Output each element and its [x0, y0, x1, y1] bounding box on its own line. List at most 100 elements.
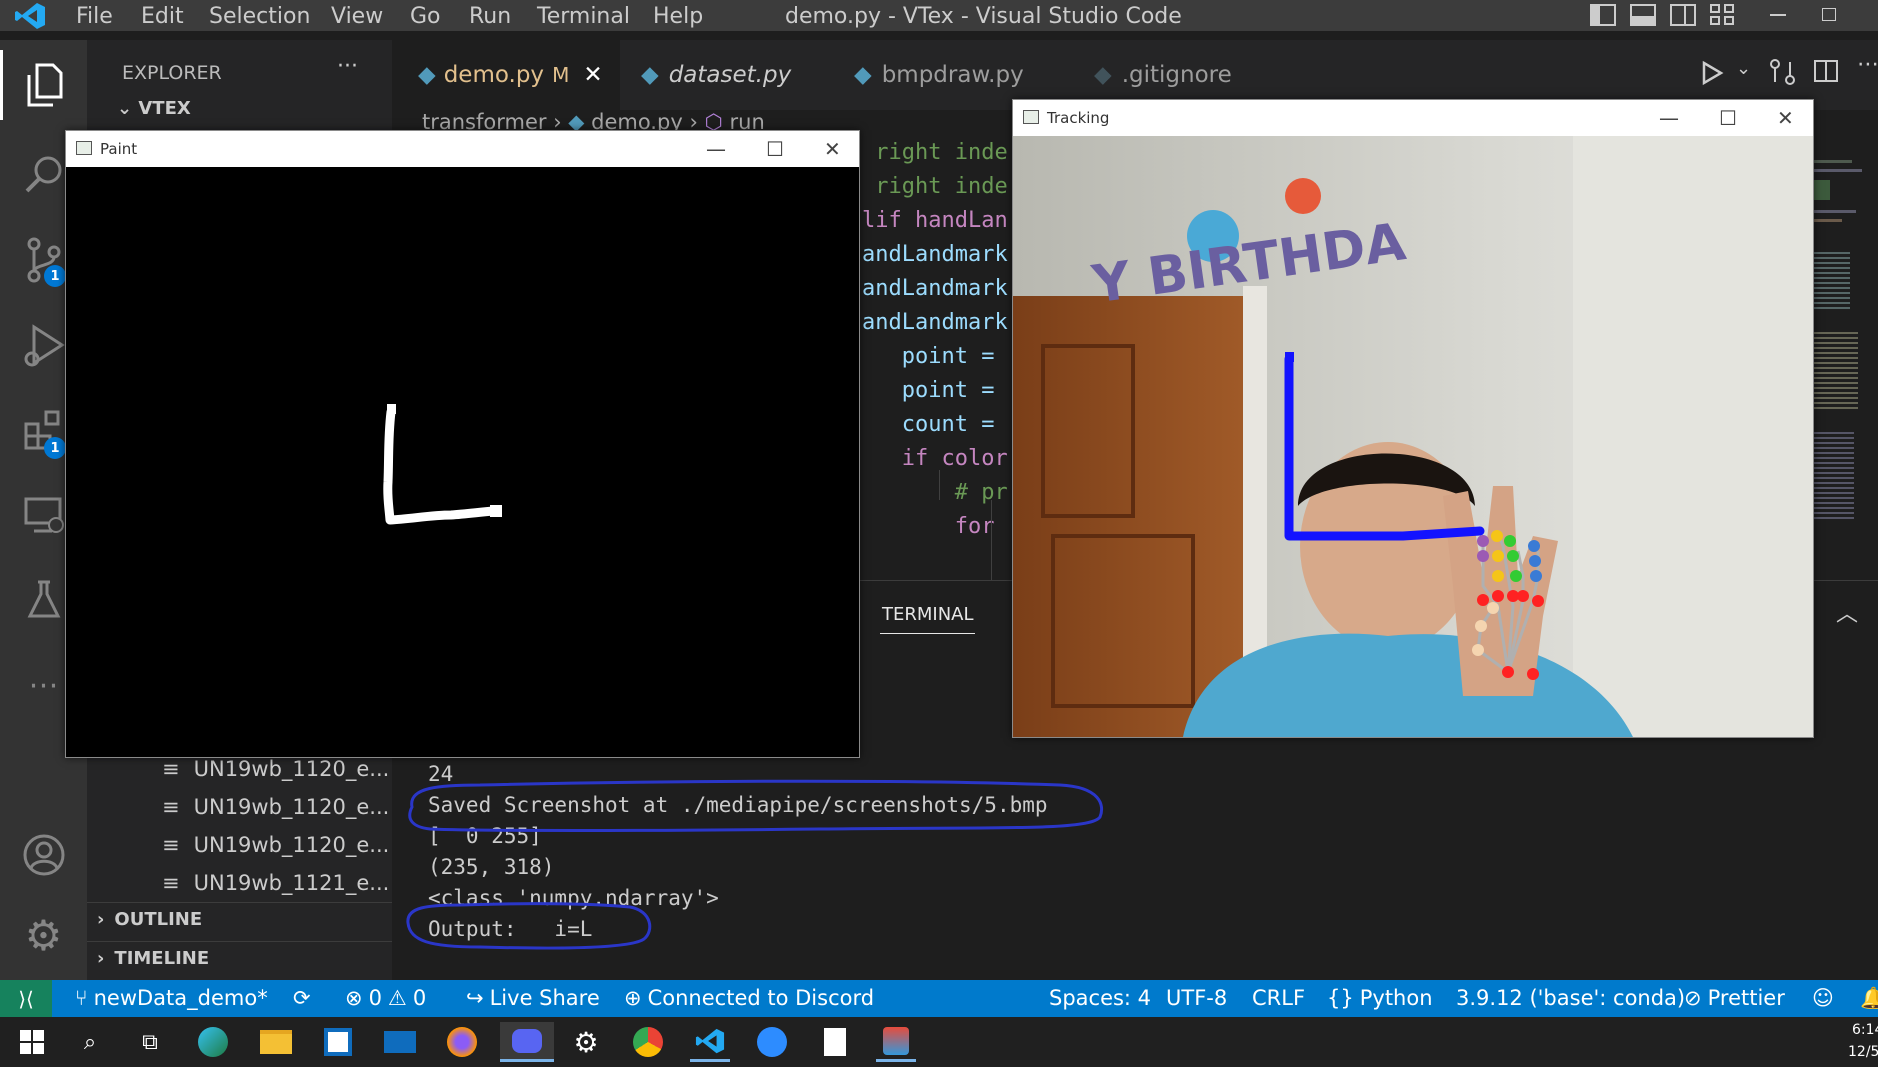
tracking-titlebar[interactable]: Tracking — ☐ ✕: [1013, 100, 1813, 136]
problems-indicator[interactable]: ⊗ 0 ⚠ 0: [345, 986, 426, 1010]
windows-start-icon[interactable]: [12, 1022, 52, 1062]
python-file-icon: ◆: [641, 62, 659, 88]
code-line: andLandmark: [862, 242, 1008, 267]
interpreter-selector[interactable]: 3.9.12 ('base': conda): [1456, 986, 1685, 1010]
menu-selection[interactable]: Selection: [209, 4, 310, 29]
chevron-down-icon: ⌄: [117, 98, 133, 119]
editor-more-icon[interactable]: ⋯: [1857, 52, 1878, 77]
menu-help[interactable]: Help: [653, 4, 703, 29]
menu-terminal[interactable]: Terminal: [537, 4, 630, 29]
menu-edit[interactable]: Edit: [141, 4, 184, 29]
error-icon: ⊗: [345, 986, 363, 1010]
minimize-icon[interactable]: —: [706, 137, 726, 161]
file-name: UN19wb_1120_e...: [193, 795, 390, 819]
text-file-icon: ≡: [162, 871, 180, 895]
menu-go[interactable]: Go: [410, 4, 441, 29]
warning-count: 0: [412, 986, 427, 1010]
run-python-icon[interactable]: [1700, 60, 1724, 86]
notepad-icon[interactable]: [815, 1022, 855, 1062]
git-branch-icon: ⑂: [75, 986, 88, 1010]
tracking-window[interactable]: Tracking — ☐ ✕ Y BIRTHDA: [1012, 99, 1814, 738]
menu-file[interactable]: File: [76, 4, 113, 29]
mail-icon[interactable]: [380, 1022, 420, 1062]
language-selector[interactable]: {} Python: [1327, 986, 1433, 1010]
globe-icon: ⊕: [624, 986, 642, 1010]
feedback-icon[interactable]: ☺: [1812, 986, 1834, 1010]
python-file-icon: ◆: [418, 62, 436, 88]
tab-demo-py[interactable]: ◆ demo.py M ✕: [392, 40, 620, 110]
close-tab-icon[interactable]: ✕: [583, 62, 602, 88]
run-dropdown-icon[interactable]: ⌄: [1736, 58, 1751, 79]
file-name: UN19wb_1120_e...: [193, 757, 390, 781]
indentation-selector[interactable]: Spaces: 4: [1049, 986, 1151, 1010]
taskbar-search-icon[interactable]: ⌕: [70, 1022, 110, 1062]
branch-indicator[interactable]: ⑂ newData_demo*: [75, 986, 268, 1010]
split-editor-icon[interactable]: [1814, 60, 1838, 82]
zoom-icon[interactable]: [752, 1022, 792, 1062]
list-item[interactable]: ≡ UN19wb_1120_e...: [162, 788, 389, 826]
tab-dataset-py[interactable]: ◆ dataset.py: [621, 40, 833, 110]
taskbar-time[interactable]: 6:14: [1852, 1022, 1878, 1038]
outline-section[interactable]: › OUTLINE: [87, 902, 392, 936]
firefox-icon[interactable]: [442, 1022, 482, 1062]
minimize-icon[interactable]: —: [1659, 106, 1679, 130]
file-explorer-icon[interactable]: [256, 1022, 296, 1062]
prettier-status[interactable]: ⊘ Prettier: [1684, 986, 1785, 1010]
timeline-section[interactable]: › TIMELINE: [87, 941, 392, 975]
python-app-icon[interactable]: [876, 1022, 916, 1062]
chrome-icon[interactable]: [628, 1022, 668, 1062]
text-file-icon: ≡: [162, 757, 180, 781]
toggle-secondary-sidebar-icon[interactable]: [1670, 4, 1696, 26]
list-item[interactable]: ≡ UN19wb_1120_e...: [162, 826, 389, 864]
window-app-icon: [76, 141, 92, 155]
maximize-icon[interactable]: ☐: [766, 137, 784, 161]
remote-indicator-icon[interactable]: ⟩⟨: [0, 980, 52, 1017]
live-share-icon: ↪: [466, 986, 484, 1010]
minimap[interactable]: [1812, 140, 1872, 580]
taskbar-date[interactable]: 12/5/: [1848, 1044, 1878, 1060]
toggle-panel-icon[interactable]: [1630, 4, 1656, 26]
edge-browser-icon[interactable]: [193, 1022, 233, 1062]
settings-gear-icon[interactable]: ⚙: [566, 1022, 606, 1062]
live-share-button[interactable]: ↪ Live Share: [466, 986, 600, 1010]
sync-icon[interactable]: ⟳: [293, 986, 311, 1010]
paint-window[interactable]: Paint — ☐ ✕: [65, 130, 860, 758]
vscode-taskbar-icon[interactable]: [690, 1022, 730, 1062]
microsoft-store-icon[interactable]: [318, 1022, 358, 1062]
list-item[interactable]: ≡ UN19wb_1121_e...: [162, 864, 389, 902]
maximize-icon[interactable]: ☐: [1719, 106, 1737, 130]
workspace-root[interactable]: ⌄ VTEX: [117, 98, 191, 119]
windows-taskbar: ⌕ ⧉ ⚙ 6:14 12/5/: [0, 1017, 1878, 1067]
menu-run[interactable]: Run: [469, 4, 511, 29]
discord-status[interactable]: ⊕ Connected to Discord: [624, 986, 874, 1010]
explorer-more-icon[interactable]: ···: [337, 54, 358, 79]
notifications-bell-icon[interactable]: 🔔: [1860, 986, 1878, 1011]
explorer-icon[interactable]: [0, 50, 87, 120]
tab-terminal[interactable]: TERMINAL: [882, 604, 974, 625]
code-line: # pr: [862, 480, 1008, 505]
encoding-selector[interactable]: UTF-8: [1166, 986, 1227, 1010]
maximize-panel-icon[interactable]: ︿: [1836, 596, 1858, 628]
toggle-sidebar-icon[interactable]: [1590, 4, 1616, 26]
customize-layout-icon[interactable]: [1710, 4, 1736, 26]
close-icon[interactable]: ✕: [824, 137, 841, 161]
restore-icon[interactable]: [1822, 8, 1836, 21]
minimize-icon[interactable]: [1770, 14, 1786, 16]
file-name: UN19wb_1121_e...: [193, 871, 390, 895]
compare-changes-icon[interactable]: [1768, 58, 1798, 86]
chevron-right-icon: ›: [97, 909, 105, 930]
accounts-icon[interactable]: [0, 820, 87, 890]
git-file-icon: ◆: [1094, 62, 1112, 88]
code-line: count =: [862, 412, 1008, 437]
menu-view[interactable]: View: [331, 4, 383, 29]
task-view-icon[interactable]: ⧉: [130, 1022, 170, 1062]
manage-gear-icon[interactable]: ⚙: [0, 900, 87, 970]
paint-titlebar[interactable]: Paint — ☐ ✕: [66, 131, 859, 167]
discord-icon[interactable]: [500, 1022, 554, 1062]
code-line: if color: [862, 446, 1008, 471]
live-share-label: Live Share: [489, 986, 600, 1010]
paint-canvas[interactable]: [66, 167, 859, 757]
eol-selector[interactable]: CRLF: [1252, 986, 1305, 1010]
close-icon[interactable]: ✕: [1777, 106, 1794, 130]
active-tab-underline: [880, 633, 975, 634]
